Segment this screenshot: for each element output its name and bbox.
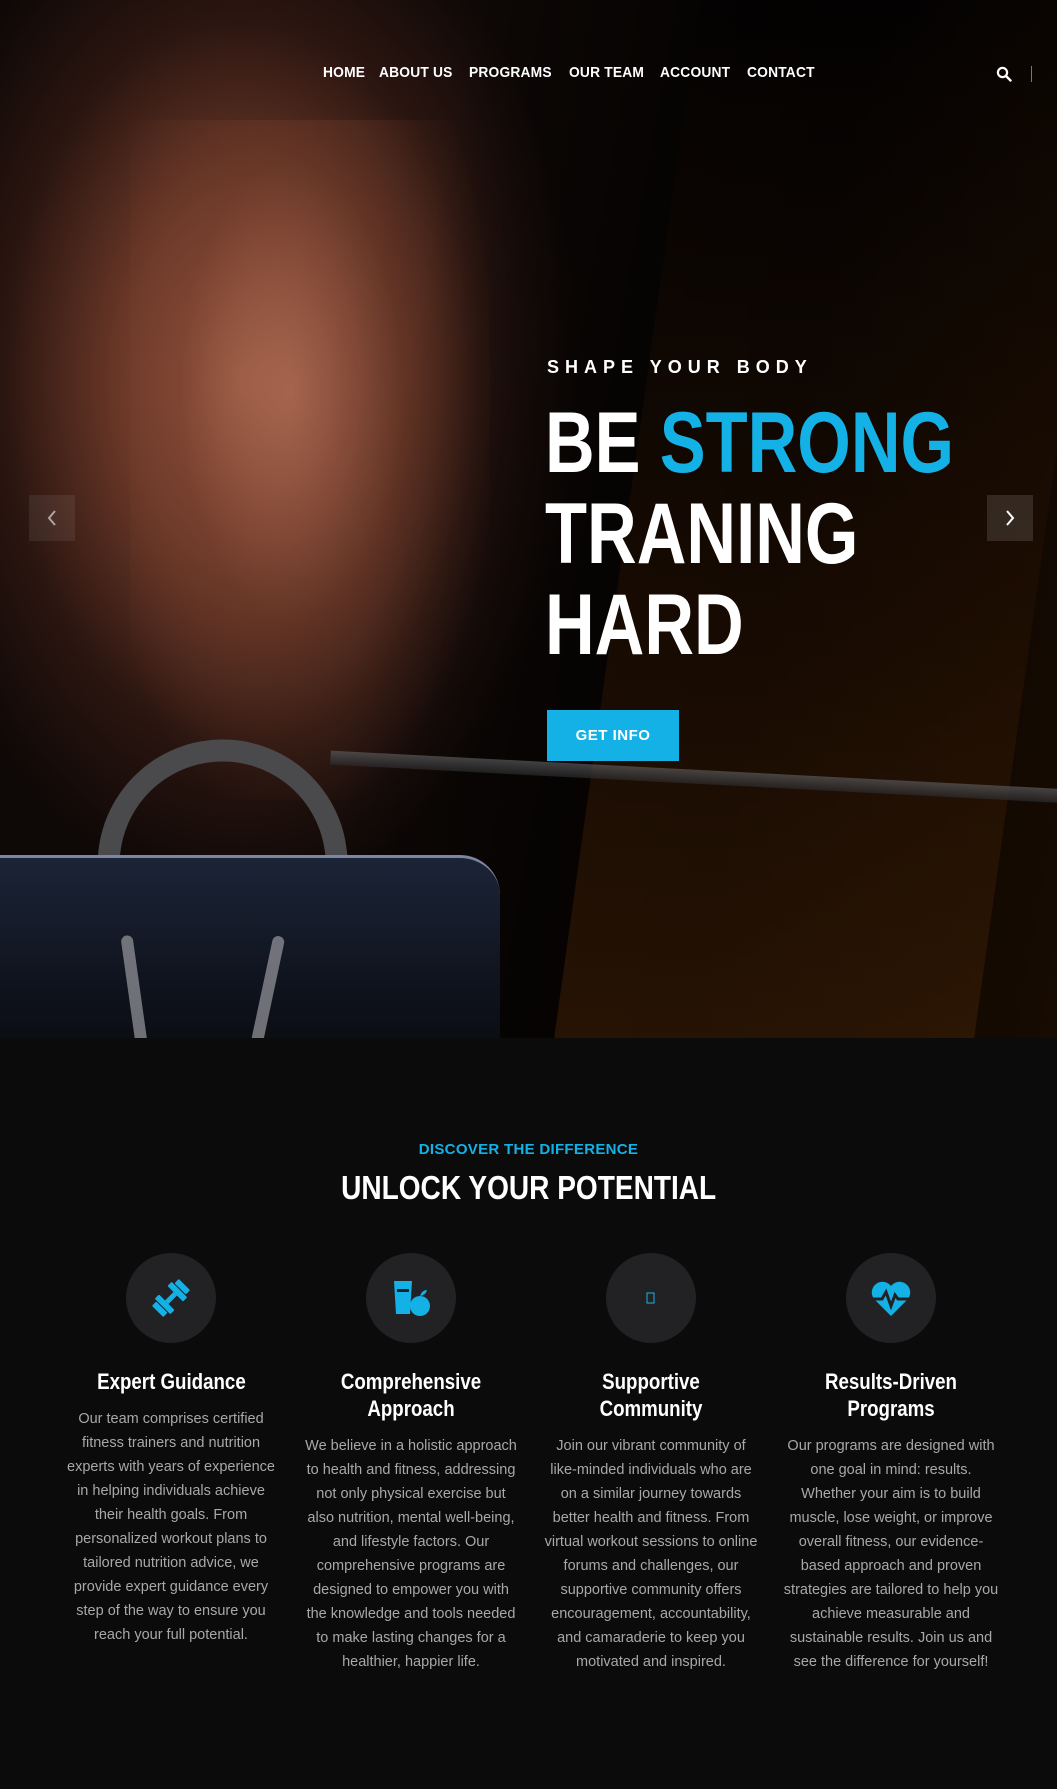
search-icon[interactable] [996, 66, 1012, 82]
feature-card-supportive-community: Supportive Community Join our vibrant co… [543, 1253, 759, 1674]
hero-image-athlete [130, 120, 490, 800]
hero-headline: BE STRONG TRANING HARD [545, 398, 954, 671]
nav-links: HOME ABOUT US PROGRAMS OUR TEAM ACCOUNT … [323, 64, 820, 81]
card-text: Our team comprises certified fitness tra… [67, 1411, 275, 1643]
dumbbell-icon [126, 1253, 216, 1343]
hero-section: HOME ABOUT US PROGRAMS OUR TEAM ACCOUNT … [0, 0, 1057, 1038]
headline-line-2: TRANING [545, 486, 859, 582]
nav-link-about-us[interactable]: ABOUT US [379, 64, 453, 81]
card-title: Comprehensive Approach [340, 1369, 482, 1421]
slider-prev-button[interactable] [29, 495, 75, 541]
headline-word-strong: STRONG [659, 395, 955, 491]
feature-card-expert-guidance: Expert Guidance Our team comprises certi… [63, 1253, 279, 1647]
chevron-right-icon [1006, 510, 1015, 526]
section-title: UNLOCK YOUR POTENTIAL [340, 1169, 717, 1206]
hero-subtitle: SHAPE YOUR BODY [547, 357, 813, 377]
card-text: Our programs are designed with one goal … [783, 1438, 999, 1670]
feature-card-comprehensive-approach: Comprehensive Approach We believe in a h… [303, 1253, 519, 1674]
nav-link-programs[interactable]: PROGRAMS [469, 64, 552, 81]
features-section: DISCOVER THE DIFFERENCE UNLOCK YOUR POTE… [0, 1038, 1057, 1789]
heartbeat-icon [846, 1253, 936, 1343]
card-text: We believe in a holistic approach to hea… [305, 1438, 517, 1670]
nav-link-our-team[interactable]: OUR TEAM [569, 64, 644, 81]
nav-link-account[interactable]: ACCOUNT [660, 64, 730, 81]
card-text: Join our vibrant community of like-minde… [544, 1438, 758, 1670]
card-title: Supportive Community [599, 1369, 703, 1421]
main-nav: HOME ABOUT US PROGRAMS OUR TEAM ACCOUNT … [0, 64, 1057, 86]
headline-word-be: BE [545, 395, 641, 491]
get-info-button[interactable]: GET INFO [547, 710, 679, 761]
card-title: Expert Guidance [96, 1369, 246, 1394]
slider-next-button[interactable] [987, 495, 1033, 541]
section-eyebrow: DISCOVER THE DIFFERENCE [418, 1141, 639, 1158]
hero-image-shorts [0, 855, 500, 1038]
headline-line-3: HARD [545, 577, 744, 673]
community-icon [606, 1253, 696, 1343]
nutrition-icon [366, 1253, 456, 1343]
nav-link-contact[interactable]: CONTACT [747, 64, 815, 81]
card-title: Results-Driven Programs [825, 1369, 957, 1421]
nav-divider [1031, 66, 1032, 82]
chevron-left-icon [47, 510, 56, 526]
nav-link-home[interactable]: HOME [323, 64, 365, 81]
feature-card-results-driven-programs: Results-Driven Programs Our programs are… [783, 1253, 999, 1674]
